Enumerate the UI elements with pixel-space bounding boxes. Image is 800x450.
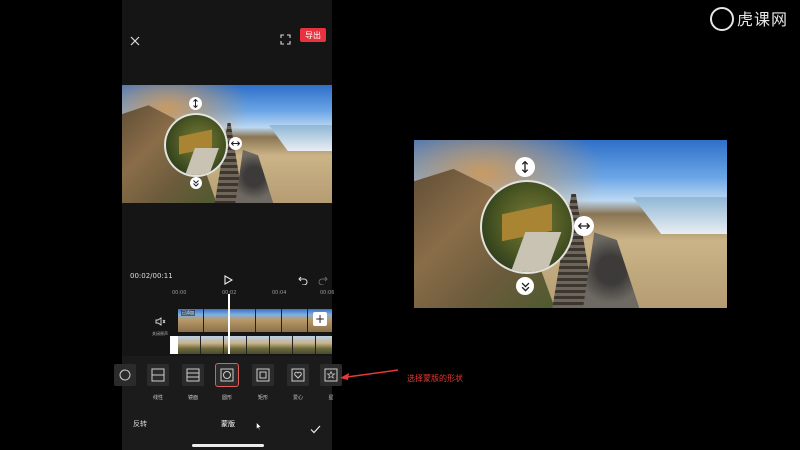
invert-button[interactable]: 反转: [133, 419, 147, 429]
playback-time: 00:02/00:11: [130, 272, 173, 280]
mute-audio-label: 关闭原声: [152, 331, 168, 336]
mask-shape-label: 镜面: [187, 395, 198, 401]
overlay-video-track[interactable]: [178, 336, 332, 354]
clip-frame: [256, 309, 282, 332]
watermark: 虎课网: [709, 6, 788, 33]
feather-handle-icon: [516, 277, 534, 295]
overlay-frame: [316, 336, 332, 354]
mask-shape-label: 爱心: [292, 395, 303, 401]
mask-shape-label: 圆形: [221, 395, 232, 401]
annotation-text: 选择蒙版的形状: [407, 374, 463, 383]
mask-shape-mirror[interactable]: 镜面: [180, 364, 206, 404]
vertical-resize-handle-icon: [515, 157, 535, 177]
main-video-track[interactable]: [178, 309, 332, 332]
mouse-cursor-icon: [256, 415, 262, 431]
undo-icon[interactable]: [298, 270, 308, 286]
mask-shape-circle[interactable]: 圆形: [214, 363, 240, 404]
horizontal-resize-handle-icon[interactable]: [229, 137, 242, 150]
clip-frame: [282, 309, 308, 332]
playhead[interactable]: [228, 294, 230, 354]
feather-handle-icon[interactable]: [190, 177, 202, 189]
logo-icon: [709, 6, 734, 31]
preview-video[interactable]: [122, 85, 332, 203]
mask-shape-heart[interactable]: 爱心: [285, 364, 311, 404]
mask-shape-rectangle[interactable]: 矩形: [250, 364, 276, 404]
heart-mask-icon: [287, 364, 309, 386]
sea-scenery: [269, 125, 332, 152]
mask-shape-partial[interactable]: [112, 364, 138, 404]
mask-shape-linear[interactable]: 线性: [145, 364, 171, 404]
sea-scenery: [633, 197, 727, 235]
overlay-frame: [293, 336, 316, 354]
circle-mask-icon: [215, 363, 239, 387]
horizontal-resize-handle-icon: [574, 216, 594, 236]
mask-shape-label: 线性: [152, 395, 163, 401]
play-icon[interactable]: [223, 270, 234, 285]
rectangle-mask-icon: [252, 364, 274, 386]
circle-mask-overlay: [480, 180, 574, 274]
large-preview-video: [414, 140, 727, 308]
ruler-tick-label: 00:06: [320, 290, 335, 296]
confirm-check-icon[interactable]: [310, 419, 321, 434]
rocks-scenery: [583, 232, 640, 308]
mute-audio-button[interactable]: 关闭原声: [148, 311, 172, 336]
overlay-selection-bracket[interactable]: [170, 336, 178, 354]
mask-panel-title: 蒙版: [221, 420, 235, 428]
vertical-resize-handle-icon[interactable]: [189, 97, 202, 110]
annotation-arrow-icon: [338, 366, 400, 380]
ruler-tick-label: 00:00: [172, 290, 187, 296]
circle-partial-icon: [114, 364, 136, 386]
overlay-frame: [201, 336, 224, 354]
linear-mask-icon: [147, 364, 169, 386]
close-icon[interactable]: [130, 31, 140, 46]
home-indicator: [192, 444, 264, 447]
fullscreen-icon[interactable]: [280, 30, 291, 45]
ruler-tick-label: 00:04: [272, 290, 287, 296]
timeline-ruler: 00:00 00:02 00:04 00:06: [170, 290, 335, 300]
circle-mask-overlay[interactable]: [164, 113, 228, 177]
clip-frame: [230, 309, 256, 332]
clip-tag: 已添加: [181, 310, 195, 316]
overlay-frame: [247, 336, 270, 354]
rocks-scenery: [235, 149, 274, 203]
watermark-text: 虎课网: [736, 10, 788, 29]
mask-shape-label: 星: [328, 395, 334, 401]
clip-frame: [204, 309, 230, 332]
overlay-frame: [270, 336, 293, 354]
mirror-mask-icon: [182, 364, 204, 386]
speaker-mute-icon: [155, 317, 165, 326]
add-clip-button[interactable]: +: [313, 312, 327, 326]
mask-shape-label: 矩形: [257, 395, 268, 401]
export-button[interactable]: 导出: [300, 28, 326, 42]
overlay-frame: [178, 336, 201, 354]
redo-icon[interactable]: [318, 270, 328, 286]
